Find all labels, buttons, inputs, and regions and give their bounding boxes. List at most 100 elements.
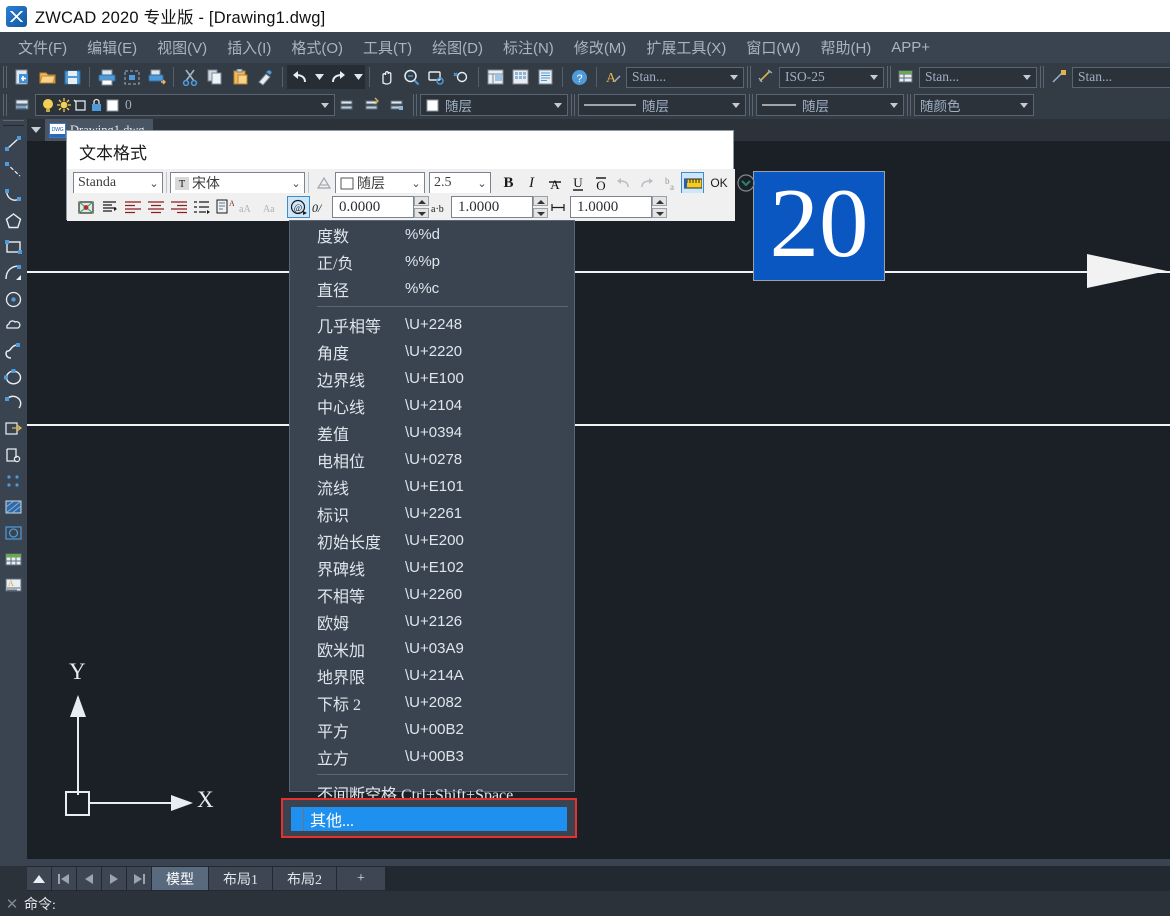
plot-icon[interactable] [95,66,118,89]
columns-icon[interactable] [75,196,98,218]
sheet-tab-layout2[interactable]: 布局2 [273,867,336,890]
rectangle-icon[interactable] [1,234,26,260]
copy-icon[interactable] [204,66,227,89]
new-icon[interactable] [11,66,34,89]
menu-item-angle[interactable]: 角度\U+2220 [290,338,574,365]
menu-item-property-line[interactable]: 地界限\U+214A [290,662,574,689]
menu-item-window[interactable]: 窗口(W) [736,35,810,60]
dialog-text-style-combo[interactable]: Standa ⌄ [73,172,163,194]
menu-item-other[interactable]: 其他... [291,807,567,831]
insert-block-icon[interactable] [1,416,26,442]
menu-item-flow-line[interactable]: 流线\U+E101 [290,473,574,500]
menu-item-cubed[interactable]: 立方\U+00B3 [290,743,574,770]
symbol-button[interactable] [681,172,704,194]
layer-previous-icon[interactable] [361,94,384,117]
chevron-down-icon[interactable]: ⌄ [288,177,304,190]
menu-item-initial-length[interactable]: 初始长度\U+E200 [290,527,574,554]
help-icon[interactable]: ? [568,66,591,89]
uppercase-icon[interactable]: aA [236,196,259,218]
menu-item-diameter[interactable]: 直径%%c [290,275,574,302]
revision-cloud-icon[interactable] [1,312,26,338]
dimension-icon[interactable] [755,66,778,89]
chevron-down-icon[interactable] [318,95,332,115]
dialog-height-combo[interactable]: 2.5 ⌄ [429,172,491,194]
dialog-color-combo[interactable]: 随层 ⌄ [335,172,425,194]
point-icon[interactable] [1,468,26,494]
last-sheet-button[interactable] [127,867,151,890]
arc-icon[interactable] [1,260,26,286]
annotative-icon[interactable] [312,172,335,194]
make-current-icon[interactable] [336,94,359,117]
toolbar-grip[interactable] [749,94,753,116]
arc-3pt-icon[interactable] [1,182,26,208]
menu-item-express[interactable]: 扩展工具(X) [636,35,736,60]
sheet-tab-layout1[interactable]: 布局1 [209,867,272,890]
mtext-icon[interactable]: A [1,572,26,598]
design-center-icon[interactable] [509,66,532,89]
toolbar-grip[interactable] [747,66,751,88]
toolbar-grip[interactable] [413,94,417,116]
toolbar-grip[interactable] [887,66,891,88]
mleader-icon[interactable] [1048,66,1071,89]
plotstyle-combo[interactable]: 随颜色 [914,94,1034,116]
ray-icon[interactable] [1,156,26,182]
chevron-down-icon[interactable]: ⌄ [408,177,424,190]
chevron-down-icon[interactable]: ⌄ [146,177,162,190]
sheet-tab-model[interactable]: 模型 [152,867,208,890]
zoom-previous-icon[interactable] [450,66,473,89]
tracking-field[interactable]: 1.0000 [451,196,533,218]
polygon-icon[interactable] [1,208,26,234]
width-factor-stepper[interactable] [652,196,667,218]
chevron-down-icon[interactable] [27,119,45,141]
selected-mtext-20[interactable]: 20 [753,171,885,281]
expand-tabs-button[interactable] [27,867,51,890]
italic-button[interactable]: I [520,172,543,194]
linetype-combo[interactable]: 随层 [578,94,746,116]
zoom-window-icon[interactable] [425,66,448,89]
menu-item-edit[interactable]: 编辑(E) [77,35,147,60]
table-icon[interactable] [1,546,26,572]
toolbar-grip[interactable] [3,120,24,126]
menu-item-dimension[interactable]: 标注(N) [493,35,564,60]
dim-style-combo[interactable]: ISO-25 [779,67,884,88]
menu-item-subscript-2[interactable]: 下标 2\U+2082 [290,689,574,716]
undo-button[interactable] [612,172,635,194]
tool-palette-icon[interactable] [534,66,557,89]
ellipse-icon[interactable] [1,364,26,390]
lineweight-combo[interactable]: 随层 [756,94,904,116]
align-center-icon[interactable] [144,196,167,218]
menu-item-not-equal[interactable]: 不相等\U+2260 [290,581,574,608]
open-icon[interactable] [36,66,59,89]
redo-dropdown-icon[interactable] [352,66,364,89]
first-sheet-button[interactable] [52,867,76,890]
toolbar-grip[interactable] [571,94,575,116]
menu-item-plusminus[interactable]: 正/负%%p [290,248,574,275]
width-factor-field[interactable]: 1.0000 [570,196,652,218]
oblique-angle-stepper[interactable] [414,196,429,218]
plot-manager-icon[interactable] [145,66,168,89]
menu-item-tools[interactable]: 工具(T) [353,35,422,60]
menu-item-delta[interactable]: 差值\U+0394 [290,419,574,446]
properties-icon[interactable] [484,66,507,89]
chevron-down-icon[interactable] [887,95,901,115]
menu-item-squared[interactable]: 平方\U+00B2 [290,716,574,743]
cut-icon[interactable] [179,66,202,89]
numbering-icon[interactable]: A [213,196,236,218]
undo-icon[interactable] [288,66,311,89]
menu-item-help[interactable]: 帮助(H) [810,35,881,60]
menu-item-almost-equal[interactable]: 几乎相等\U+2248 [290,311,574,338]
gradient-icon[interactable] [1,520,26,546]
align-right-icon[interactable] [167,196,190,218]
dialog-font-combo[interactable]: T 宋体 ⌄ [170,172,305,194]
menu-item-draw[interactable]: 绘图(D) [422,35,493,60]
align-left-icon[interactable] [121,196,144,218]
line-icon[interactable] [1,130,26,156]
chevron-down-icon[interactable] [551,95,565,115]
command-line[interactable]: ✕ 命令: [0,891,1170,916]
chevron-down-icon[interactable] [1017,95,1031,115]
close-icon[interactable]: ✕ [0,895,24,913]
undo-dropdown-icon[interactable] [313,66,325,89]
symbol-dropdown-menu[interactable]: 度数%%d 正/负%%p 直径%%c 几乎相等\U+2248 角度\U+2220… [289,220,575,792]
lowercase-icon[interactable]: Aa [259,196,287,218]
sheet-tab-add[interactable]: + [337,867,385,890]
